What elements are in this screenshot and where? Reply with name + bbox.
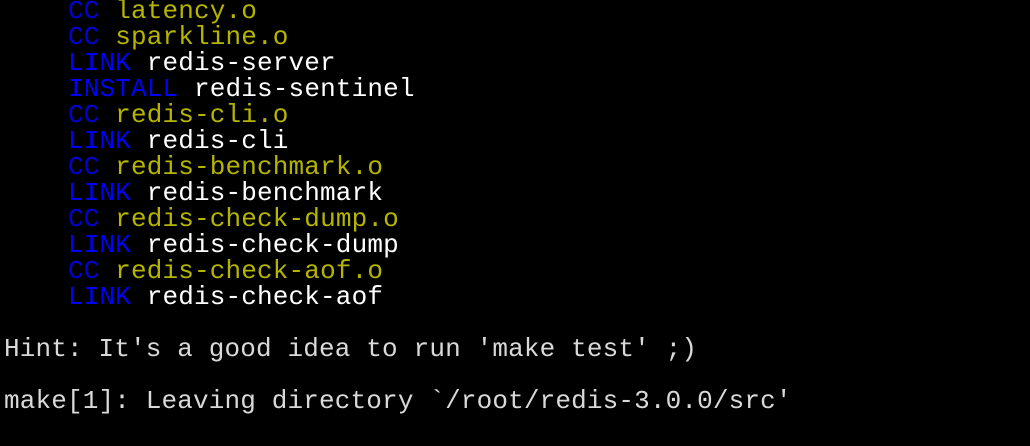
leaving-directory-line: make[1]: Leaving directory `/root/redis-… bbox=[4, 386, 792, 416]
build-line: LINK redis-check-dump bbox=[0, 232, 399, 258]
build-line: LINK redis-server bbox=[0, 50, 336, 76]
build-line: CC redis-cli.o bbox=[0, 102, 289, 128]
build-line: LINK redis-benchmark bbox=[0, 180, 383, 206]
hint-line: Hint: It's a good idea to run 'make test… bbox=[4, 334, 698, 364]
build-line: LINK redis-check-aof bbox=[0, 284, 383, 310]
build-line: CC sparkline.o bbox=[0, 24, 289, 50]
build-line: CC latency.o bbox=[0, 0, 257, 24]
terminal-window[interactable]: CC latency.o CC sparkline.o LINK redis-s… bbox=[0, 0, 1030, 446]
build-line: INSTALL redis-sentinel bbox=[0, 76, 415, 102]
build-line: CC redis-check-dump.o bbox=[0, 206, 399, 232]
build-line: LINK redis-cli bbox=[0, 128, 289, 154]
build-line: CC redis-check-aof.o bbox=[0, 258, 383, 284]
build-line: CC redis-benchmark.o bbox=[0, 154, 383, 180]
build-tag: LINK bbox=[68, 282, 132, 312]
build-target: redis-check-aof bbox=[146, 282, 384, 312]
